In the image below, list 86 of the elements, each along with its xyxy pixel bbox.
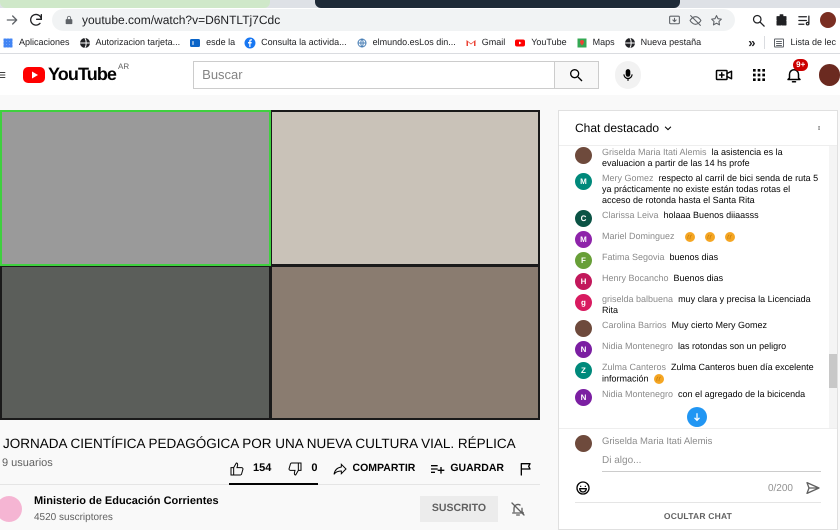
globe-icon (78, 36, 91, 48)
playlist-icon[interactable] (797, 12, 812, 28)
scrollbar[interactable] (829, 146, 837, 428)
chat-message: Henry Bocancho Buenos dias (602, 273, 724, 284)
video-player[interactable] (0, 110, 540, 420)
country-code: AR (118, 61, 130, 73)
apps-grid-icon (2, 36, 14, 48)
social-icon (244, 36, 256, 48)
chat-message: Nidia Montenegro las rotondas son un peligro (602, 341, 786, 352)
bookmark-link[interactable]: Consulta la activida... (244, 36, 347, 50)
user-avatar (575, 147, 592, 164)
chat-message: Zulma Canteros Zulma Canteros buen día excelente información (602, 362, 815, 385)
share-button[interactable]: COMPARTIR (332, 460, 416, 476)
install-icon[interactable] (668, 14, 682, 26)
video-title: JORNADA CIENTÍFICA PEDAGÓGICA POR UNA NUEVA CULTURA VIAL. RÉPLICA (2, 435, 517, 453)
share-arrow-icon (332, 460, 348, 476)
bookmark-link[interactable]: Aplicaciones (2, 36, 70, 50)
chat-message: Carolina Barrios Muy cierto Mery Gomez (602, 320, 768, 331)
search-icon[interactable] (751, 12, 766, 28)
chat-message: Griselda Maria Itati Alemis la asistencia es la evaluacion a partir de las 14 hs profe (602, 147, 784, 169)
bookmark-link[interactable]: Nueva pestaña (624, 36, 702, 50)
subscriber-count: 4520 suscriptores (34, 510, 114, 524)
bell-off-icon[interactable] (510, 500, 526, 517)
address-bar[interactable]: youtube.com/watch?v=D6NTLTj7Cdc (52, 9, 736, 31)
star-icon[interactable] (710, 14, 724, 26)
profile-avatar[interactable] (819, 64, 840, 86)
list-icon (773, 36, 786, 48)
chat-message: Fatima Segovia buenos dias (602, 252, 718, 263)
user-avatar: H (575, 273, 592, 290)
user-avatar: M (575, 173, 592, 190)
search-icon (568, 66, 584, 82)
user-avatar (575, 435, 592, 452)
chat-message: Mery Gomez respecto al carril de bici senda de ruta 5 ya prácticamente no existe están todas rotas el acceso de rotonda hasta el Santa Rita (602, 173, 820, 206)
user-avatar: C (575, 210, 592, 227)
reading-list-link[interactable]: Lista de lec (764, 36, 836, 50)
reload-icon[interactable] (28, 12, 44, 28)
puzzle-icon[interactable] (774, 12, 790, 28)
chat-message: Clarissa Leiva holaaa Buenos diiaasss (602, 210, 759, 221)
save-button[interactable]: GUARDAR (429, 460, 504, 476)
thumbs-up-icon (229, 460, 246, 476)
apps-grid-icon[interactable] (751, 66, 768, 82)
chat-message: Nidia Montenegro con el agregado de la bicicenda (602, 389, 806, 400)
user-avatar: M (575, 231, 592, 248)
send-icon[interactable] (805, 480, 821, 496)
bookmark-link[interactable]: elmundo.esLos din... (356, 36, 456, 50)
user-avatar: N (575, 341, 592, 358)
author-name: Griselda Maria Itati Alemis (602, 435, 714, 449)
smiley-icon[interactable] (575, 480, 591, 496)
microphone-icon (620, 68, 635, 82)
user-avatar: F (575, 252, 592, 269)
chat-message: Mariel Dominguez (602, 231, 740, 243)
more-bookmarks-button[interactable]: » (748, 32, 756, 52)
user-avatar: Z (575, 362, 592, 379)
channel-name[interactable]: Ministerio de Educación Corrientes (34, 493, 420, 510)
chat-message: griselda balbuena muy clara y precisa la Licenciada Rita (602, 294, 812, 316)
bookmark-link[interactable]: esde la (189, 36, 236, 50)
thumbs-down-icon (287, 460, 304, 476)
lock-icon (64, 15, 74, 25)
viewer-count: 9 usuarios (1, 456, 54, 471)
chat-input-field[interactable]: Di algo... (602, 453, 821, 472)
globe-icon (356, 36, 368, 48)
bookmark-link[interactable]: Gmail (464, 36, 506, 50)
subscribed-button[interactable]: SUSCRITO (420, 496, 498, 522)
dislike-button[interactable]: 0 (287, 460, 318, 477)
youtube-logo[interactable]: YouTube (22, 61, 116, 88)
play-icon (514, 36, 526, 48)
notification-badge: 9+ (793, 58, 808, 70)
mic-button[interactable] (614, 60, 642, 88)
bookmark-link[interactable]: Maps (576, 36, 615, 50)
arrow-down-icon (692, 412, 702, 422)
scroll-down-button[interactable] (687, 407, 707, 427)
bookmark-link[interactable]: Autorizacion tarjeta... (78, 36, 180, 50)
hide-chat-button[interactable]: OCULTAR CHAT (575, 504, 821, 529)
profile-avatar[interactable] (820, 12, 836, 28)
eye-off-icon[interactable] (689, 14, 702, 26)
user-avatar: g (575, 294, 592, 311)
globe-icon (624, 36, 636, 48)
character-counter: 0/200 (768, 482, 793, 496)
url-text: youtube.com/watch?v=D6NTLTj7Cdc (82, 12, 282, 29)
search-button[interactable] (554, 60, 599, 88)
chat-mode-dropdown[interactable]: Chat destacado (575, 119, 674, 137)
bookmark-link[interactable]: YouTube (514, 36, 567, 50)
user-avatar: N (575, 389, 592, 406)
map-pin-icon (576, 36, 588, 48)
user-avatar (575, 320, 592, 337)
like-button[interactable]: 154 (229, 460, 272, 477)
